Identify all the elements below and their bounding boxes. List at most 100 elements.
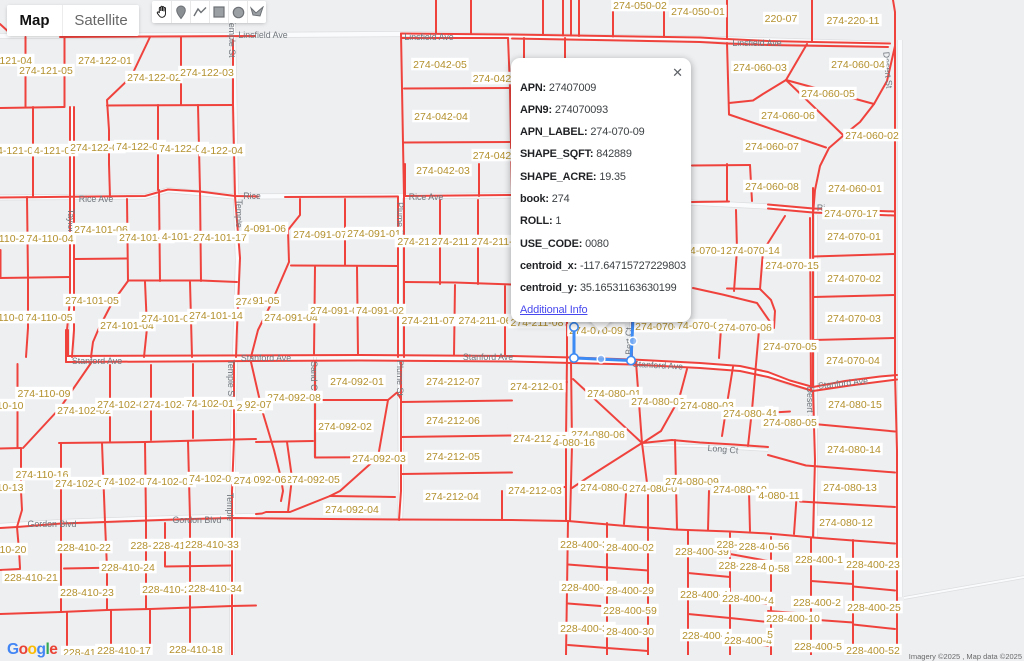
svg-text:Temple: Temple <box>225 493 235 521</box>
svg-text:274-092-05: 274-092-05 <box>286 474 340 486</box>
svg-text:Plume St: Plume St <box>395 360 405 396</box>
svg-text:274-091-07: 274-091-07 <box>293 229 347 241</box>
svg-text:274-220-11: 274-220-11 <box>827 15 880 27</box>
svg-text:274-070-06: 274-070-06 <box>718 322 772 334</box>
svg-text:10-10: 10-10 <box>0 400 24 412</box>
svg-text:274-042-03: 274-042-03 <box>416 165 470 177</box>
svg-text:228-410-33: 228-410-33 <box>185 539 239 551</box>
svg-text:274-080-09: 274-080-09 <box>665 476 719 488</box>
svg-text:274-212-05: 274-212-05 <box>426 451 480 463</box>
svg-text:274-091-01: 274-091-01 <box>347 228 401 240</box>
svg-text:274-212-04: 274-212-04 <box>425 491 479 503</box>
svg-text:274-211-06: 274-211-06 <box>459 315 512 327</box>
svg-text:4-101-: 4-101- <box>162 231 193 243</box>
svg-text:4-080-16: 4-080-16 <box>553 437 595 449</box>
svg-text:228-: 228- <box>718 560 740 572</box>
svg-text:28-400-29: 28-400-29 <box>606 585 654 597</box>
svg-text:274-070-04: 274-070-04 <box>826 355 880 367</box>
svg-text:228-400-10: 228-400-10 <box>766 613 820 625</box>
svg-text:220-07: 220-07 <box>765 13 798 25</box>
svg-text:274-080-12: 274-080-12 <box>819 517 873 529</box>
svg-text:274-060-03: 274-060-03 <box>733 62 787 74</box>
svg-text:228-400-5: 228-400-5 <box>794 641 842 653</box>
svg-text:228-: 228- <box>716 539 738 551</box>
svg-text:228-400-52: 228-400-52 <box>846 645 900 655</box>
svg-text:274-070-03: 274-070-03 <box>827 313 881 325</box>
svg-text:274-070-02: 274-070-02 <box>827 273 881 285</box>
svg-text:274-060-04: 274-060-04 <box>831 59 885 71</box>
svg-text:228-410-23: 228-410-23 <box>60 587 114 599</box>
svg-text:274-212-07: 274-212-07 <box>426 376 480 388</box>
svg-text:228-400-59: 228-400-59 <box>603 605 657 617</box>
svg-text:274-080-14: 274-080-14 <box>827 444 881 456</box>
svg-text:228-400-23: 228-400-23 <box>846 559 900 571</box>
svg-text:Gordon Blvd: Gordon Blvd <box>173 515 222 525</box>
svg-text:274-060-02: 274-060-02 <box>845 130 899 142</box>
svg-text:Stanford Ave: Stanford Ave <box>241 353 291 363</box>
svg-text:Gordon Blvd: Gordon Blvd <box>28 519 77 529</box>
svg-text:274-101-03: 274-101-03 <box>141 313 195 325</box>
svg-text:274-121-05: 274-121-05 <box>19 65 73 77</box>
svg-text:274-042-05: 274-042-05 <box>413 59 467 71</box>
svg-text:228-410-22: 228-410-22 <box>57 542 111 554</box>
svg-text:Linsfield Ave: Linsfield Ave <box>404 32 453 42</box>
svg-text:274-060-05: 274-060-05 <box>801 88 855 100</box>
svg-text:274-070-14: 274-070-14 <box>726 245 780 257</box>
svg-text:228-: 228- <box>130 540 152 552</box>
svg-text:274-070-17: 274-070-17 <box>824 208 878 220</box>
svg-text:274-212-01: 274-212-01 <box>510 381 564 393</box>
svg-text:274-211-: 274-211- <box>471 236 513 248</box>
svg-text:Stanford Ave: Stanford Ave <box>72 356 122 366</box>
svg-text:228-400-25: 228-400-25 <box>847 602 901 614</box>
svg-text:74-102-01: 74-102-01 <box>186 398 234 410</box>
svg-text:274-070-05: 274-070-05 <box>763 341 817 353</box>
svg-text:274-092-04: 274-092-04 <box>325 504 379 516</box>
svg-text:Temple St: Temple St <box>226 359 236 399</box>
svg-text:4-091-06: 4-091-06 <box>244 223 286 235</box>
svg-text:74-102-03: 74-102-03 <box>146 476 194 488</box>
svg-text:092-06: 092-06 <box>254 474 287 486</box>
svg-text:228-410-34: 228-410-34 <box>188 583 242 595</box>
svg-text:274-080-15: 274-080-15 <box>828 399 882 411</box>
svg-text:274-042: 274-042 <box>473 150 512 162</box>
svg-text:28-400-30: 28-400-30 <box>606 626 654 638</box>
svg-text:4-122-04: 4-122-04 <box>201 145 243 157</box>
svg-text:74-091-02: 74-091-02 <box>356 305 404 317</box>
svg-text:Linsfield Ave: Linsfield Ave <box>238 30 287 40</box>
svg-text:274-092-01: 274-092-01 <box>330 376 384 388</box>
svg-text:274-101-17: 274-101-17 <box>193 232 247 244</box>
svg-text:10-13: 10-13 <box>0 482 24 494</box>
svg-text:228-400-1: 228-400-1 <box>795 554 843 566</box>
svg-text:274-060-08: 274-060-08 <box>745 181 799 193</box>
svg-text:Rice Ave: Rice Ave <box>409 192 444 202</box>
svg-text:274-211-07: 274-211-07 <box>402 315 455 327</box>
svg-text:274-080-07: 274-080-07 <box>580 482 634 494</box>
svg-text:228-400-4: 228-400-4 <box>724 635 772 647</box>
svg-text:74-110-04: 74-110-04 <box>26 233 73 245</box>
svg-text:274-212-06: 274-212-06 <box>426 415 480 427</box>
svg-text:410-20: 410-20 <box>0 544 27 556</box>
svg-text:0-58: 0-58 <box>768 563 789 575</box>
svg-text:274-092-08: 274-092-08 <box>267 392 321 404</box>
svg-text:28-400-02: 28-400-02 <box>606 542 654 554</box>
svg-text:5: 5 <box>767 629 773 641</box>
svg-text:274-070-01: 274-070-01 <box>827 231 881 243</box>
svg-text:74-110-05: 74-110-05 <box>25 312 72 324</box>
svg-text:274-092-03: 274-092-03 <box>352 453 406 465</box>
svg-text:Sand Ct: Sand Ct <box>309 361 319 393</box>
svg-text:4: 4 <box>766 407 772 419</box>
svg-text:274-042-04: 274-042-04 <box>414 111 468 123</box>
svg-text:274-050-02: 274-050-02 <box>613 0 667 12</box>
svg-text:228-410-24: 228-410-24 <box>101 562 155 574</box>
svg-text:92-07: 92-07 <box>245 399 272 411</box>
svg-text:228-410-2: 228-410-2 <box>142 584 190 596</box>
svg-text:Rice Ave: Rice Ave <box>79 194 114 204</box>
svg-text:274-042: 274-042 <box>473 73 512 85</box>
svg-text:274-122-02: 274-122-02 <box>127 72 181 84</box>
svg-text:228-410-18: 228-410-18 <box>169 644 223 655</box>
svg-text:228-400-4: 228-400-4 <box>722 593 770 605</box>
svg-text:274-060-01: 274-060-01 <box>828 183 882 195</box>
svg-text:274-101-05: 274-101-05 <box>65 295 119 307</box>
svg-text:74-102-04: 74-102-04 <box>103 476 151 488</box>
svg-text:274-122-03: 274-122-03 <box>180 67 234 79</box>
